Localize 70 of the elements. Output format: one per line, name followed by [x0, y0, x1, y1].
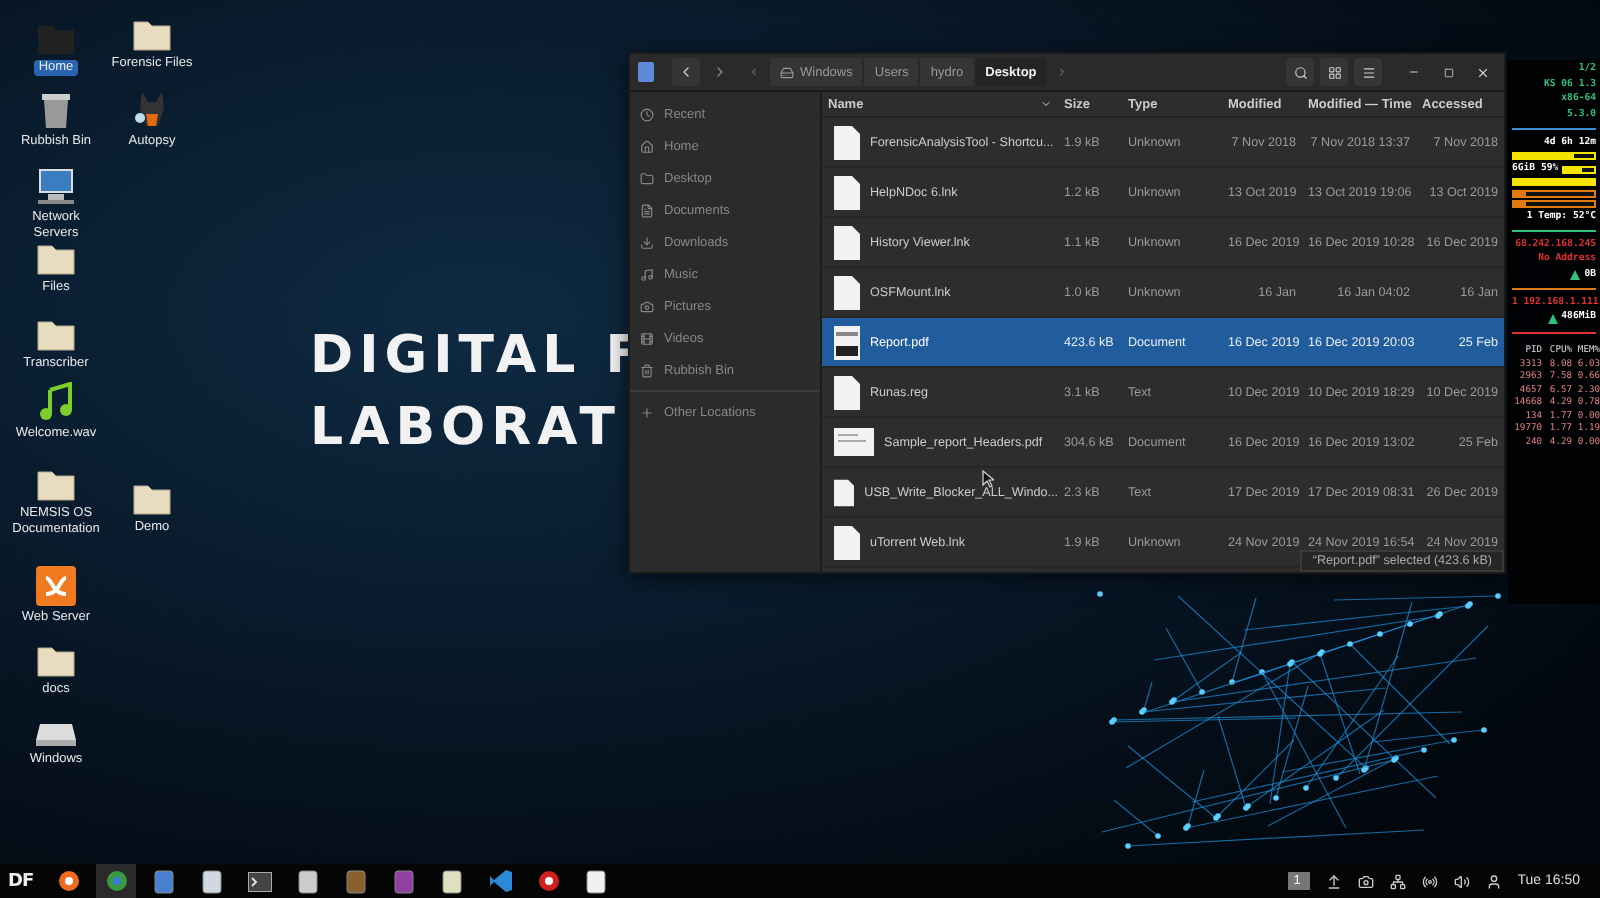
notepad-icon	[586, 869, 606, 893]
chevron-left-icon	[678, 64, 694, 80]
computer-icon	[36, 166, 76, 206]
folder-icon	[36, 240, 76, 276]
chevron-right-icon	[712, 64, 728, 80]
back-button[interactable]	[672, 58, 700, 86]
eject-icon[interactable]	[1325, 873, 1342, 889]
search-icon	[1293, 65, 1307, 79]
menu-button[interactable]	[1354, 58, 1382, 86]
minimize-icon	[1408, 66, 1420, 78]
usage-meter	[1512, 200, 1596, 208]
file-manager-icon	[154, 869, 174, 893]
server-app-icon	[36, 566, 76, 606]
sort-caret-icon	[1040, 98, 1052, 110]
file-manager-icon	[638, 62, 654, 82]
folder-icon	[36, 316, 76, 352]
folder-icon	[36, 642, 76, 678]
search-button[interactable]	[1286, 58, 1314, 86]
volume-icon[interactable]	[1453, 873, 1470, 889]
grid-view-button[interactable]	[1320, 58, 1348, 86]
film-icon	[640, 331, 654, 345]
menu-icon	[1361, 65, 1375, 79]
usage-meter	[1512, 189, 1596, 197]
usage-meter	[1512, 178, 1596, 186]
document-icon	[834, 525, 860, 559]
chevron-right-icon	[1056, 66, 1069, 78]
folder-icon	[132, 480, 172, 516]
folder-icon	[36, 20, 76, 56]
document-icon	[640, 203, 654, 217]
folder-icon	[36, 466, 76, 502]
user-icon[interactable]	[1485, 873, 1502, 889]
camera-icon	[640, 299, 654, 313]
folder-icon	[132, 16, 172, 52]
document-icon	[834, 475, 855, 509]
grid-icon	[1327, 65, 1341, 79]
pdf-thumbnail	[834, 428, 874, 456]
trash-icon	[640, 363, 654, 377]
music-note-icon	[38, 382, 74, 422]
taskbar-logo[interactable]: DF	[8, 871, 40, 891]
trash-icon	[40, 90, 72, 130]
document-icon	[834, 175, 860, 209]
mouse-pointer-icon	[982, 470, 994, 488]
music-icon	[640, 267, 654, 281]
drive-icon	[34, 720, 78, 748]
record-app-icon	[537, 870, 559, 892]
close-icon	[1475, 65, 1489, 79]
terminal-icon	[248, 871, 272, 891]
document-icon	[834, 375, 860, 409]
code-editor-icon	[489, 870, 511, 892]
usage-meter	[1512, 152, 1596, 160]
browser-icon	[105, 870, 127, 892]
antenna-icon[interactable]	[1421, 873, 1438, 889]
home-icon	[640, 139, 654, 153]
download-icon	[640, 235, 654, 249]
document-icon	[834, 125, 860, 159]
wallpaper-title: LABORAT	[310, 398, 623, 458]
document-icon	[834, 275, 860, 309]
document-icon	[834, 225, 860, 259]
maximize-icon	[1443, 67, 1453, 77]
pdf-thumbnail	[834, 325, 860, 359]
clock-icon	[640, 107, 654, 121]
plus-icon	[640, 405, 654, 419]
camera-icon[interactable]	[1357, 873, 1374, 889]
chevron-left-icon	[748, 66, 760, 78]
dog-icon	[134, 90, 170, 130]
network-icon[interactable]	[1389, 873, 1406, 889]
browser-icon	[57, 870, 79, 892]
folder-icon	[640, 171, 654, 185]
usage-meter	[1562, 165, 1596, 173]
drive-icon	[780, 65, 794, 79]
